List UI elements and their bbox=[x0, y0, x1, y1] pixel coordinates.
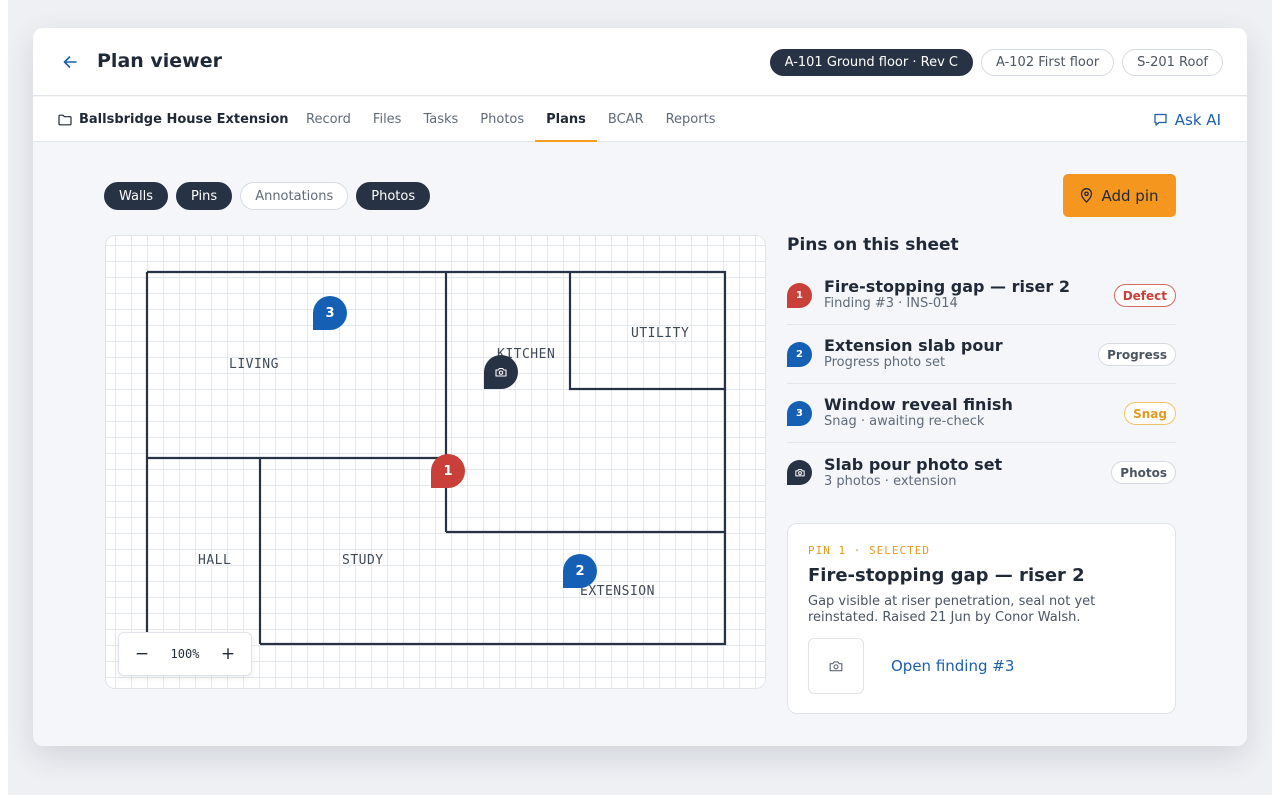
photo-thumbnail[interactable] bbox=[808, 638, 864, 694]
plan-photo-pin[interactable] bbox=[484, 355, 518, 389]
selected-pin-card: PIN 1 · SELECTED Fire-stopping gap — ris… bbox=[787, 523, 1176, 714]
pin-marker-2: 2 bbox=[787, 341, 812, 367]
arrow-left-icon bbox=[63, 56, 77, 68]
plan-pin-2[interactable]: 2 bbox=[563, 554, 597, 588]
ask-ai-label: Ask AI bbox=[1174, 110, 1221, 129]
pin-title: Window reveal finish bbox=[824, 395, 1013, 414]
plan-pin-3[interactable]: 3 bbox=[313, 296, 347, 330]
nav-record[interactable]: Record bbox=[295, 97, 362, 142]
status-badge-snag: Snag bbox=[1124, 402, 1176, 425]
pin-list: 1 Fire-stopping gap — riser 2 Finding #3… bbox=[787, 266, 1176, 502]
chat-icon bbox=[1154, 113, 1167, 126]
layer-annotations[interactable]: Annotations bbox=[240, 182, 349, 210]
pin-subtitle: Snag · awaiting re-check bbox=[824, 414, 985, 429]
nav-photos[interactable]: Photos bbox=[469, 97, 535, 142]
pin-list-item-1[interactable]: 1 Fire-stopping gap — riser 2 Finding #3… bbox=[787, 266, 1176, 325]
nav-tasks[interactable]: Tasks bbox=[412, 97, 469, 142]
pin-title: Fire-stopping gap — riser 2 bbox=[824, 277, 1070, 296]
sheet-tabs: A-101 Ground floor · Rev C A-102 First f… bbox=[769, 49, 1223, 76]
layer-walls[interactable]: Walls bbox=[104, 182, 168, 210]
layer-pins[interactable]: Pins bbox=[176, 182, 233, 210]
room-label-hall: HALL bbox=[198, 553, 232, 568]
pin-list-item-photos[interactable]: Slab pour photo set 3 photos · extension… bbox=[787, 443, 1176, 502]
nav-plans[interactable]: Plans bbox=[535, 97, 597, 142]
status-badge-photos: Photos bbox=[1111, 461, 1176, 484]
room-label-extension: EXTENSION bbox=[580, 584, 655, 599]
pin-list-item-2[interactable]: 2 Extension slab pour Progress photo set… bbox=[787, 325, 1176, 384]
add-pin-label: Add pin bbox=[1101, 186, 1159, 205]
room-label-living: LIVING bbox=[229, 357, 279, 372]
layer-photos[interactable]: Photos bbox=[356, 182, 431, 210]
zoom-control: − 100% + bbox=[118, 632, 252, 676]
status-badge-progress: Progress bbox=[1098, 343, 1176, 366]
sheet-tab-a101[interactable]: A-101 Ground floor · Rev C bbox=[769, 49, 973, 76]
pin-title: Extension slab pour bbox=[824, 336, 1003, 355]
zoom-level: 100% bbox=[170, 647, 200, 661]
status-badge-defect: Defect bbox=[1113, 284, 1176, 307]
pin-subtitle: 3 photos · extension bbox=[824, 473, 957, 489]
pin-marker-photo bbox=[787, 460, 812, 485]
page-title: Plan viewer bbox=[97, 50, 222, 72]
pins-panel-title: Pins on this sheet bbox=[787, 235, 959, 255]
layer-toggles: Walls Pins Annotations Photos bbox=[104, 182, 431, 210]
zoom-in-button[interactable]: + bbox=[217, 644, 239, 664]
selected-pin-title: Fire-stopping gap — riser 2 bbox=[808, 565, 1085, 586]
pin-title: Slab pour photo set bbox=[824, 454, 1003, 474]
map-pin-icon bbox=[1081, 188, 1093, 203]
selected-pin-description: Gap visible at riser penetration, seal n… bbox=[808, 594, 1096, 625]
pin-list-item-3[interactable]: 3 Window reveal finish Snag · awaiting r… bbox=[787, 384, 1176, 443]
ask-ai-button[interactable]: Ask AI bbox=[1153, 97, 1221, 142]
selected-pin-eyebrow: PIN 1 · SELECTED bbox=[808, 544, 930, 557]
open-finding-link[interactable]: Open finding #3 bbox=[891, 657, 1014, 675]
pin-marker-3: 3 bbox=[787, 400, 812, 426]
project-breadcrumb[interactable]: Ballsbridge House Extension bbox=[58, 97, 289, 142]
room-label-study: STUDY bbox=[342, 553, 384, 568]
project-name: Ballsbridge House Extension bbox=[79, 112, 289, 127]
zoom-out-button[interactable]: − bbox=[131, 644, 153, 664]
camera-icon bbox=[794, 469, 805, 477]
nav-bcar[interactable]: BCAR bbox=[597, 97, 655, 142]
plan-viewer-window: Plan viewer A-101 Ground floor · Rev C A… bbox=[33, 28, 1247, 746]
sheet-tab-a102[interactable]: A-102 First floor bbox=[980, 49, 1115, 76]
plan-pin-1[interactable]: 1 bbox=[431, 454, 465, 488]
nav-links: Record Files Tasks Photos Plans BCAR Rep… bbox=[295, 97, 726, 142]
pin-subtitle: Finding #3 · INS-014 bbox=[824, 296, 958, 311]
sheet-tab-s201[interactable]: S-201 Roof bbox=[1122, 49, 1223, 76]
pin-marker-1: 1 bbox=[787, 282, 812, 308]
project-nav: Ballsbridge House Extension Record Files… bbox=[33, 97, 1247, 142]
nav-files[interactable]: Files bbox=[362, 97, 413, 142]
room-label-utility: UTILITY bbox=[631, 326, 690, 341]
add-pin-button[interactable]: Add pin bbox=[1063, 174, 1176, 217]
header: Plan viewer A-101 Ground floor · Rev C A… bbox=[33, 28, 1247, 96]
floor-plan[interactable]: LIVING KITCHEN UTILITY HALL STUDY EXTENS… bbox=[105, 235, 766, 689]
back-button[interactable] bbox=[59, 51, 81, 73]
camera-icon bbox=[829, 661, 843, 672]
camera-icon bbox=[495, 367, 507, 377]
pin-subtitle: Progress photo set bbox=[824, 355, 946, 370]
nav-reports[interactable]: Reports bbox=[655, 97, 727, 142]
folder-icon bbox=[58, 114, 72, 125]
